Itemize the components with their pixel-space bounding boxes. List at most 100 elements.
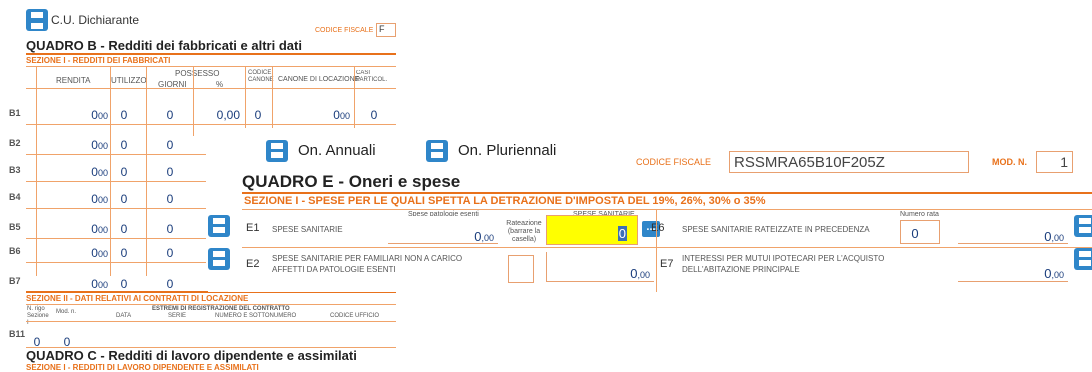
e1-spese-value: 0 [617,226,627,241]
codice-canone-field[interactable]: 0 [250,108,266,122]
s2-estremi: ESTREMI DI REGISTRAZIONE DEL CONTRATTO [152,306,290,312]
s2-mod-n: Mod. n. [56,309,77,315]
s2-n-rigo: N. rigo Sezione I [27,306,49,326]
mod-n-field[interactable]: 1 [1036,151,1073,173]
utilizzo-field[interactable]: 0 [112,108,136,122]
e2-spese-field[interactable]: 0,00 [546,252,654,282]
e1-patologie-value: 0,00 [474,229,494,244]
rendita-value: 0 [91,192,98,206]
decimals: 00 [1053,270,1064,280]
giorni-field[interactable]: 0 [150,165,190,179]
divider [26,53,396,55]
row-label: B3 [9,165,21,175]
decimals: 00 [97,111,108,121]
giorni-field[interactable]: 0 [150,192,190,206]
utilizzo-field[interactable]: 0 [112,192,136,206]
decimals: 00 [97,225,108,235]
codice-fiscale-field[interactable]: RSSMRA65B10F205Z [729,151,969,173]
rendita-value: 0 [91,138,98,152]
col-divider [272,66,273,136]
utilizzo-field[interactable]: 0 [112,165,136,179]
utilizzo-field[interactable]: 0 [112,277,136,291]
e1-label: E1 [246,222,260,234]
divider [26,238,206,239]
mod-n-label: MOD. N. [992,157,1027,167]
utilizzo-field[interactable]: 0 [112,138,136,152]
row-label: B5 [9,222,21,232]
percentuale-field[interactable]: 0,00 [196,108,240,122]
col-divider [146,66,147,276]
codice-fiscale-field[interactable]: F [376,23,396,37]
giorni-field[interactable]: 0 [150,277,190,291]
s2-numero: NUMERO E SOTTONUMERO [215,313,297,319]
giorni-field[interactable]: 0 [150,222,190,236]
codice-fiscale-label: CODICE FISCALE [315,27,374,34]
e6-importo-field[interactable]: 0,00 [958,216,1068,244]
decimals: 00 [97,195,108,205]
divider [242,247,1092,248]
divider [26,88,396,89]
quadro-c-sezione: SEZIONE I - REDDITI DI LAVORO DIPENDENTE… [26,363,259,372]
print-icon[interactable] [266,140,288,162]
divider [26,124,396,125]
quadro-e-title: QUADRO E - Oneri e spese [242,172,460,192]
decimals: 00 [339,111,350,121]
col-possesso: POSSESSO [175,69,220,78]
giorni-field[interactable]: 0 [150,108,190,122]
print-icon[interactable] [208,248,230,270]
utilizzo-field[interactable]: 0 [112,222,136,236]
on-pluriennali-link[interactable]: On. Pluriennali [458,142,556,159]
e6-description: SPESE SANITARIE RATEIZZATE IN PRECEDENZA [682,225,870,234]
rendita-field[interactable]: 000 [60,246,108,260]
e7-importo-field[interactable]: 0,00 [958,252,1068,282]
e7-importo-value: 0,00 [1044,266,1064,281]
sezione-1-label: SEZIONE I - REDDITI DEI FABBRICATI [26,56,171,65]
rendita-value: 0 [91,246,98,260]
rendita-field[interactable]: 000 [60,165,108,179]
decimals: 00 [97,168,108,178]
rendita-field[interactable]: 000 [60,277,108,291]
col-casi: CASI PARTICOL. [356,70,388,83]
rateazione-checkbox[interactable] [508,255,534,283]
utilizzo-field[interactable]: 0 [112,246,136,260]
col-numero-rata: Numero rata [900,211,939,218]
col-divider [656,210,657,292]
giorni-field[interactable]: 0 [150,138,190,152]
e1-spese-sanitarie-field[interactable]: 0 [546,215,638,245]
rendita-field[interactable]: 000 [60,222,108,236]
cu-dichiarante-label[interactable]: C.U. Dichiarante [51,13,139,27]
rendita-field[interactable]: 000 [60,108,108,122]
decimals: 00 [97,280,108,290]
e1-patologie-field[interactable]: 0,00 [388,216,498,244]
e1-description: SPESE SANITARIE [272,225,343,234]
rateazione-label: Rateazione (barrare la casella) [506,220,542,243]
print-icon[interactable] [208,215,230,237]
decimals: 00 [97,249,108,259]
canone-value: 0 [333,108,340,122]
on-annuali-link[interactable]: On. Annuali [298,142,376,159]
e2-spese-value: 0,00 [630,266,650,281]
e6-rata-field[interactable]: 0 [900,220,940,244]
e7-description: INTERESSI PER MUTUI IPOTECARI PER L'ACQU… [682,254,885,274]
e6-importo-value: 0,00 [1044,229,1064,244]
decimals: 00 [1053,233,1064,243]
canone-field[interactable]: 000 [300,108,350,122]
casi-field[interactable]: 0 [364,108,384,122]
divider [26,262,206,263]
print-icon[interactable] [426,140,448,162]
giorni-field[interactable]: 0 [150,246,190,260]
col-canone: CANONE DI LOCAZIONE [278,76,360,83]
divider [26,321,396,322]
print-icon[interactable] [1074,248,1092,270]
quadro-c-title: QUADRO C - Redditi di lavoro dipendente … [26,348,357,363]
print-icon[interactable] [26,9,48,31]
rendita-field[interactable]: 000 [60,138,108,152]
print-icon[interactable] [1074,215,1092,237]
quadro-e-subtitle: - Oneri e spese [333,172,461,191]
rendita-field[interactable]: 000 [60,192,108,206]
e2-label: E2 [246,258,260,270]
col-divider [245,66,246,136]
row-label: B1 [9,108,21,118]
quadro-e-prefix: QUADRO E [242,172,334,191]
col-divider [36,66,37,276]
